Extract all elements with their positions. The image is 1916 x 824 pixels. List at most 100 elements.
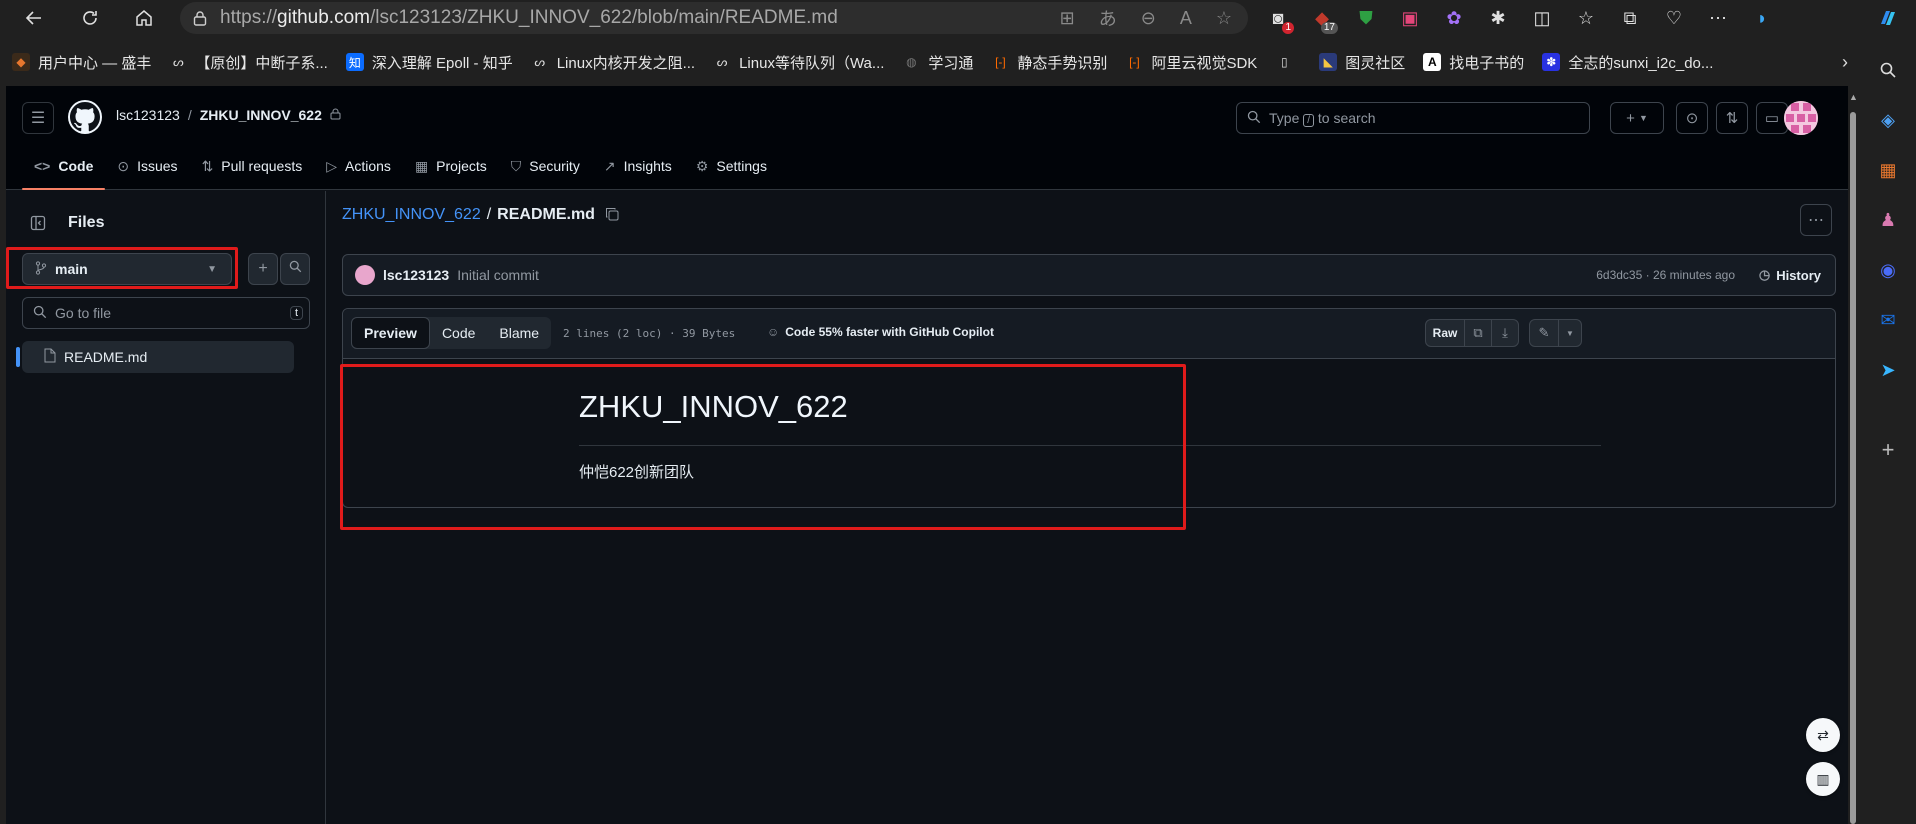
address-bar[interactable]: https://github.com/lsc123123/ZHKU_INNOV_… <box>180 2 1248 34</box>
home-icon[interactable] <box>122 0 166 36</box>
read-aloud-icon[interactable]: A <box>1180 8 1192 29</box>
bookmark-item[interactable]: ◍ 学习通 <box>902 52 973 73</box>
edit-options-button[interactable]: ▼ <box>1558 319 1582 347</box>
menu-hamburger-icon[interactable]: ☰ <box>22 102 54 134</box>
scrollbar-thumb[interactable] <box>1850 112 1856 824</box>
commit-message[interactable]: Initial commit <box>457 267 539 283</box>
extension-brain-icon[interactable]: ✿ <box>1438 2 1470 34</box>
commit-author[interactable]: lsc123123 <box>383 267 449 283</box>
repo-name-link[interactable]: ZHKU_INNOV_622 <box>200 107 322 123</box>
extension-screenshot-icon[interactable]: ◙ 1 <box>1262 2 1294 34</box>
send-icon[interactable]: ➤ <box>1874 356 1902 384</box>
add-sidebar-app-icon[interactable]: + <box>1874 436 1902 464</box>
tab-issues[interactable]: ⊙ Issues <box>105 148 189 184</box>
search-placeholder-post: to search <box>1317 110 1376 126</box>
repo-breadcrumb: lsc123123 / ZHKU_INNOV_622 <box>116 107 341 123</box>
code-tab[interactable]: Code <box>430 317 487 349</box>
tools-briefcase-icon[interactable]: ▦ <box>1874 156 1902 184</box>
bookmark-item[interactable]: [-] 静态手势识别 <box>991 52 1107 73</box>
highlight-annotation-box <box>340 364 1186 530</box>
bookmark-item[interactable]: A 找电子书的 <box>1423 52 1524 73</box>
preview-tab[interactable]: Preview <box>351 317 430 349</box>
copilot-sidebar-icon[interactable] <box>1874 4 1902 32</box>
commit-meta[interactable]: 6d3dc35 · 26 minutes ago <box>1596 268 1735 282</box>
browser-essentials-icon[interactable]: ♡ <box>1658 2 1690 34</box>
more-menu-icon[interactable]: ⋯ <box>1702 2 1734 34</box>
breadcrumb-current-file: README.md <box>497 206 595 223</box>
plus-icon: + <box>1626 109 1635 127</box>
copy-path-icon[interactable] <box>605 207 619 224</box>
avatar[interactable] <box>1784 101 1818 135</box>
download-button[interactable]: ⤓ <box>1491 319 1519 347</box>
copilot-icon[interactable]: ◗ <box>1746 2 1778 34</box>
download-icon: ⤓ <box>1502 325 1508 340</box>
tab-label: Insights <box>623 158 672 174</box>
shopping-tag-icon[interactable]: ◈ <box>1874 106 1902 134</box>
address-bar-actions: ⊞ あ ⊖ A ☆ <box>1060 2 1232 34</box>
tab-code[interactable]: <> Code <box>22 148 106 190</box>
page-scrollbar[interactable]: ▲ <box>1848 86 1858 824</box>
favorite-star-icon[interactable]: ☆ <box>1216 8 1232 29</box>
commit-author-avatar[interactable] <box>355 265 375 285</box>
copy-raw-button[interactable]: ⧉ <box>1464 319 1492 347</box>
copilot-promo-link[interactable]: ☺ Code 55% faster with GitHub Copilot <box>767 325 994 339</box>
split-screen-icon[interactable]: ◫ <box>1526 2 1558 34</box>
bookmark-item[interactable]: ▯ <box>1275 53 1301 71</box>
bookmark-item[interactable]: ✽ 全志的sunxi_i2c_do... <box>1542 52 1713 73</box>
tree-file-item[interactable]: README.md <box>16 341 294 373</box>
bookmarks-overflow-chevron-icon[interactable]: › <box>1842 52 1848 73</box>
search-icon[interactable] <box>1874 56 1902 84</box>
favorites-icon[interactable]: ☆ <box>1570 2 1602 34</box>
bookmark-item[interactable]: [-] 阿里云视觉SDK <box>1125 52 1257 73</box>
outlook-icon[interactable]: ✉ <box>1874 306 1902 334</box>
microsoft365-icon[interactable]: ◉ <box>1874 256 1902 284</box>
extension-shield-icon[interactable]: ⛊ <box>1350 2 1382 34</box>
tab-insights[interactable]: ↗ Insights <box>592 148 684 184</box>
lock-icon[interactable] <box>180 10 220 26</box>
bookmark-item[interactable]: ◣ 图灵社区 <box>1319 52 1405 73</box>
bookmark-label: 静态手势识别 <box>1017 54 1108 72</box>
raw-button[interactable]: Raw <box>1425 319 1465 347</box>
search-files-button[interactable] <box>280 253 310 285</box>
bookmark-item[interactable]: ◆ 用户中心 — 盛丰 <box>12 52 151 73</box>
breadcrumb-repo-link[interactable]: ZHKU_INNOV_622 <box>342 206 481 224</box>
translate-icon[interactable]: あ <box>1099 5 1117 31</box>
tab-label: Actions <box>345 158 391 174</box>
history-button[interactable]: ◷ History <box>1759 267 1821 283</box>
go-to-file-input[interactable]: Go to file t <box>22 297 310 329</box>
create-new-button[interactable]: + ▼ <box>1610 102 1664 134</box>
more-options-button[interactable]: ⋯ <box>1800 204 1832 236</box>
bookmark-item[interactable]: ᔕ Linux等待队列（Wa... <box>713 52 885 73</box>
blame-tab[interactable]: Blame <box>487 317 551 349</box>
tab-label: Projects <box>436 158 487 174</box>
search-input[interactable]: Type / to search <box>1236 102 1590 134</box>
games-icon[interactable]: ♟ <box>1874 206 1902 234</box>
zoom-icon[interactable]: ⊖ <box>1141 8 1156 29</box>
tab-projects[interactable]: ▦ Projects <box>403 148 499 184</box>
extension-translate-icon[interactable]: ▣ <box>1394 2 1426 34</box>
tab-security[interactable]: ⛉ Security <box>499 148 592 184</box>
bookmark-item[interactable]: ᔕ 【原创】中断子系... <box>169 52 328 73</box>
github-logo-icon[interactable] <box>68 100 102 134</box>
bookmark-item[interactable]: 知深入理解 Epoll - 知乎 <box>345 52 513 73</box>
pull-requests-button[interactable]: ⇅ <box>1716 102 1748 134</box>
refresh-icon[interactable] <box>68 0 112 36</box>
app-available-icon[interactable]: ⊞ <box>1060 8 1075 29</box>
tree-file-name: README.md <box>64 349 148 365</box>
tab-pull-requests[interactable]: ⇅ Pull requests <box>190 148 315 184</box>
back-icon[interactable] <box>12 0 56 36</box>
issues-button[interactable]: ⊙ <box>1676 102 1708 134</box>
extensions-puzzle-icon[interactable]: ✱ <box>1482 2 1514 34</box>
repo-owner-link[interactable]: lsc123123 <box>116 107 180 123</box>
scroll-up-arrow-icon[interactable]: ▲ <box>1849 92 1858 102</box>
extension-ublock-icon[interactable]: ◆ 17 <box>1306 2 1338 34</box>
immersive-reader-button[interactable]: ▥ <box>1806 762 1840 796</box>
edit-file-button[interactable]: ✎ <box>1529 319 1559 347</box>
collapse-sidebar-icon[interactable] <box>22 207 54 239</box>
tab-actions[interactable]: ▷ Actions <box>314 148 403 184</box>
collections-icon[interactable]: ⧉ <box>1614 2 1646 34</box>
add-file-button[interactable]: + <box>248 253 278 285</box>
tab-settings[interactable]: ⚙ Settings <box>684 148 779 184</box>
bookmark-item[interactable]: ᔕ Linux内核开发之阻... <box>531 52 695 73</box>
translate-float-button[interactable]: ⇄ <box>1806 718 1840 752</box>
